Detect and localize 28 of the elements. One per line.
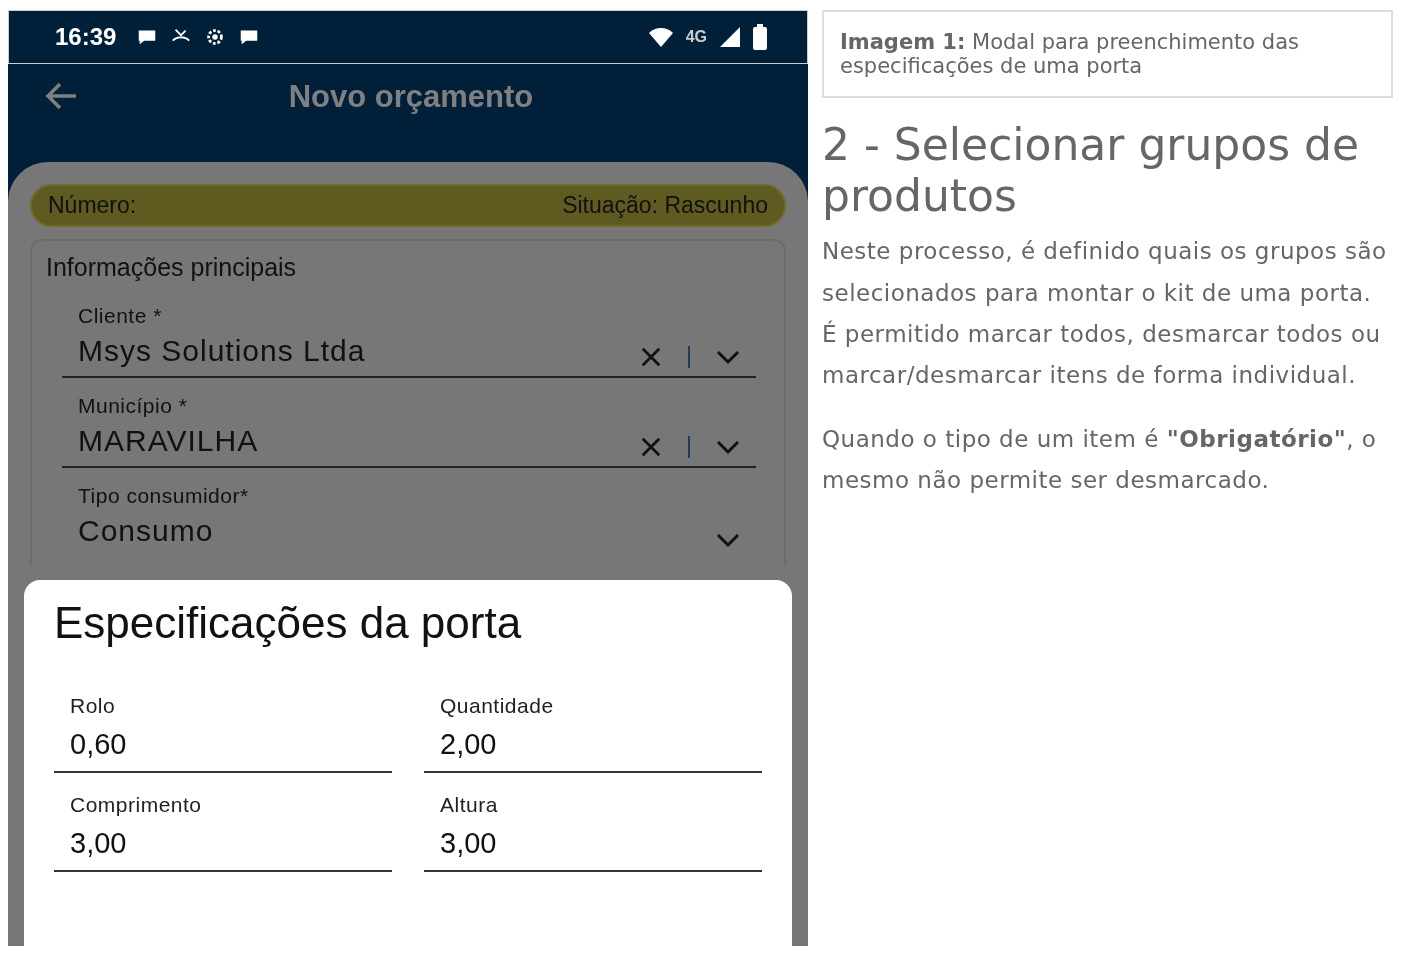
wifi-icon — [647, 26, 674, 48]
text-field[interactable]: Quantidade 2,00 — [424, 682, 762, 773]
dropdown-field[interactable]: Cliente * Msys Solutions Ltda — [62, 296, 756, 378]
back-arrow-icon — [44, 81, 78, 111]
paragraph: Neste processo, é definido quais os grupos são selecionados para montar o kit de uma porta. É permitido marcar todos, desmarcar todos ou marcar/desmarcar itens de forma individual. — [822, 237, 1388, 391]
status-time: 16:39 — [55, 23, 117, 51]
paragraph: Quando o tipo de um item é "Obrigatório", o mesmo não permite ser desmarcado. — [822, 424, 1378, 496]
screen-title: Novo orçamento — [287, 79, 535, 115]
dropdown-field[interactable]: Município * MARAVILHA — [62, 386, 756, 468]
close-icon — [640, 436, 662, 458]
section-title: Informações principais — [46, 253, 298, 282]
text-field[interactable]: Altura 3,00 — [424, 781, 762, 872]
back-arrow-button[interactable] — [44, 81, 78, 111]
signal-icon — [719, 26, 741, 48]
close-icon — [640, 346, 662, 368]
status-label: Situação: Rascunho — [562, 192, 768, 219]
dropdown-field[interactable]: Tipo consumidor* Consumo — [62, 476, 756, 556]
network-type: 4G — [685, 28, 707, 46]
chevron-down-icon — [716, 532, 740, 548]
modal-title: Especificações da porta — [54, 598, 523, 648]
text-field[interactable]: Comprimento 3,00 — [54, 781, 392, 872]
section-heading: 2 - Selecionar grupos de produtos — [822, 120, 1361, 222]
image-caption: Imagem 1: Modal para preenchimento das especificações de uma porta — [822, 10, 1393, 98]
chevron-down-icon — [716, 439, 740, 455]
battery-icon — [753, 24, 767, 50]
text-field[interactable]: Rolo 0,60 — [54, 682, 392, 773]
chevron-down-icon — [716, 349, 740, 365]
number-label: Número: — [48, 192, 137, 219]
